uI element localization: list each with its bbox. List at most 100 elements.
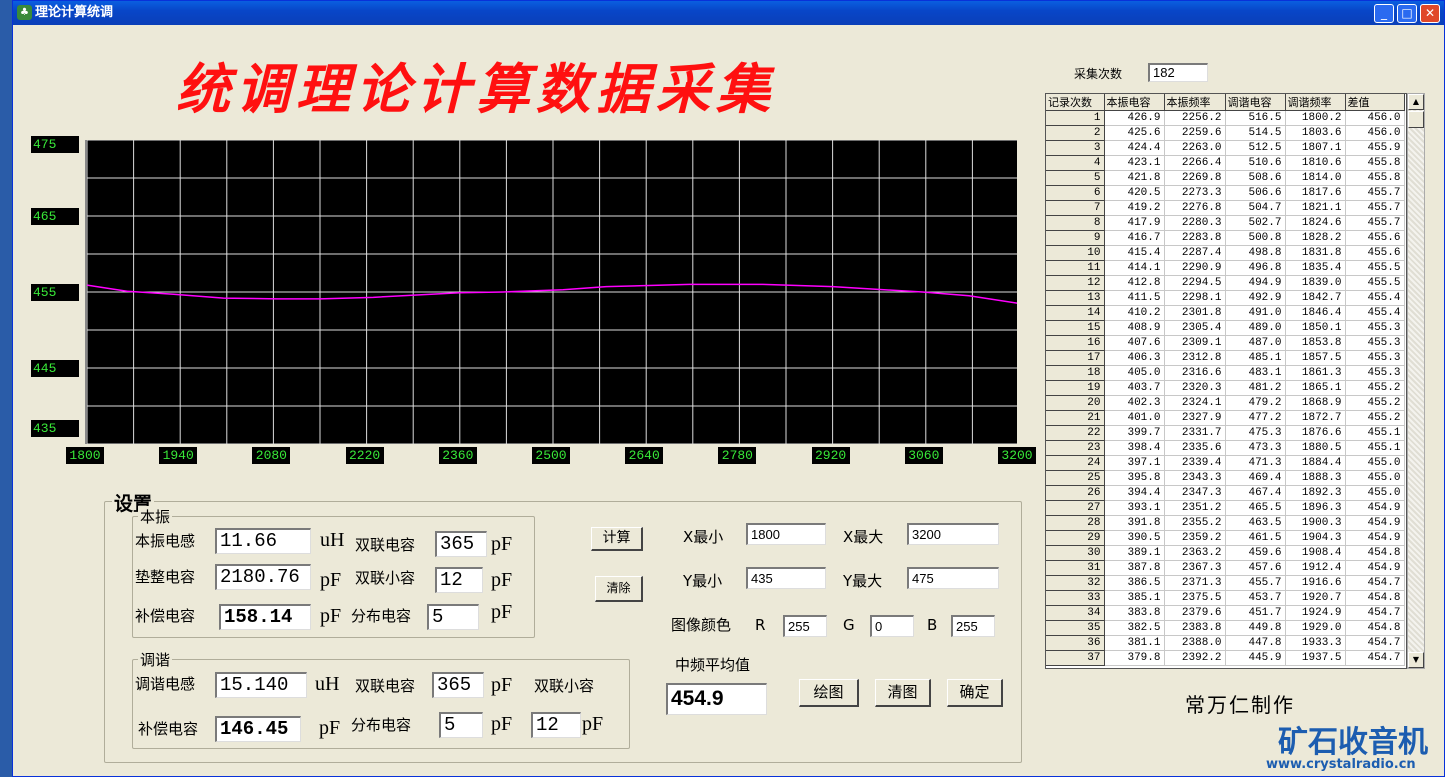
table-row[interactable]: 12 412.8 2294.5 494.9 1839.0 455.5	[1046, 275, 1405, 291]
tune-cap-input[interactable]: 365	[432, 672, 484, 698]
table-cell: 402.3	[1104, 395, 1165, 411]
minimize-button[interactable]: _	[1374, 4, 1394, 23]
column-header[interactable]: 差值	[1345, 94, 1405, 111]
lo-inductance-input[interactable]: 11.66	[215, 528, 311, 554]
table-row[interactable]: 18 405.0 2316.6 483.1 1861.3 455.3	[1046, 365, 1405, 381]
lo-dist-label: 分布电容	[351, 607, 412, 625]
table-row[interactable]: 3 424.4 2263.0 512.5 1807.1 455.9	[1046, 140, 1405, 156]
table-row[interactable]: 20 402.3 2324.1 479.2 1868.9 455.2	[1046, 395, 1405, 411]
table-cell: 399.7	[1104, 425, 1165, 441]
table-row[interactable]: 13 411.5 2298.1 492.9 1842.7 455.4	[1046, 290, 1405, 306]
lo-comp-input[interactable]: 158.14	[219, 604, 311, 630]
table-row[interactable]: 21 401.0 2327.9 477.2 1872.7 455.2	[1046, 410, 1405, 426]
table-row[interactable]: 11 414.1 2290.9 496.8 1835.4 455.5	[1046, 260, 1405, 276]
table-row[interactable]: 7 419.2 2276.8 504.7 1821.1 455.7	[1046, 200, 1405, 216]
table-row[interactable]: 16 407.6 2309.1 487.0 1853.8 455.3	[1046, 335, 1405, 351]
row-index-cell: 3	[1046, 140, 1105, 156]
plot-button[interactable]: 绘图	[799, 679, 859, 707]
row-index-cell: 28	[1046, 515, 1105, 531]
table-row[interactable]: 37 379.8 2392.2 445.9 1937.5 454.7	[1046, 650, 1405, 666]
data-table[interactable]: 记录次数 本振电容 本振频率 调谐电容 调谐频率 差值 1 426.9 2256.2 516.5 1…	[1045, 93, 1407, 669]
table-cell: 455.3	[1345, 320, 1405, 336]
table-row[interactable]: 31 387.8 2367.3 457.6 1912.4 454.9	[1046, 560, 1405, 576]
table-row[interactable]: 34 383.8 2379.6 451.7 1924.9 454.7	[1046, 605, 1405, 621]
table-row[interactable]: 1 426.9 2256.2 516.5 1800.2 456.0	[1046, 110, 1405, 126]
b-input[interactable]: 255	[951, 615, 995, 637]
table-row[interactable]: 15 408.9 2305.4 489.0 1850.1 455.3	[1046, 320, 1405, 336]
column-header[interactable]: 调谐频率	[1285, 94, 1346, 111]
column-header[interactable]: 调谐电容	[1225, 94, 1286, 111]
table-cell: 391.8	[1104, 515, 1165, 531]
table-row[interactable]: 35 382.5 2383.8 449.8 1929.0 454.8	[1046, 620, 1405, 636]
app-window: ♣ 理论计算统调 _ □ ✕ 统调理论计算数据采集 475 465 455 445 43…	[12, 0, 1445, 777]
xmax-input[interactable]: 3200	[907, 523, 999, 545]
table-row[interactable]: 5 421.8 2269.8 508.6 1814.0 455.8	[1046, 170, 1405, 186]
table-cell: 455.9	[1345, 140, 1405, 156]
row-index-cell: 13	[1046, 290, 1105, 306]
table-row[interactable]: 4 423.1 2266.4 510.6 1810.6 455.8	[1046, 155, 1405, 171]
scroll-thumb[interactable]	[1408, 111, 1424, 128]
table-row[interactable]: 2 425.6 2259.6 514.5 1803.6 456.0	[1046, 125, 1405, 141]
table-row[interactable]: 9 416.7 2283.8 500.8 1828.2 455.6	[1046, 230, 1405, 246]
table-row[interactable]: 10 415.4 2287.4 498.8 1831.8 455.6	[1046, 245, 1405, 261]
clear-plot-button[interactable]: 清图	[875, 679, 931, 707]
table-row[interactable]: 29 390.5 2359.2 461.5 1904.3 454.9	[1046, 530, 1405, 546]
table-cell: 487.0	[1225, 335, 1286, 351]
table-row[interactable]: 32 386.5 2371.3 455.7 1916.6 454.7	[1046, 575, 1405, 591]
column-header[interactable]: 本振频率	[1164, 94, 1226, 111]
tune-comp-input[interactable]: 146.45	[215, 716, 301, 742]
tune-dist-input[interactable]: 5	[439, 712, 483, 738]
table-cell: 455.7	[1225, 575, 1286, 591]
clear-button[interactable]: 清除	[595, 576, 643, 602]
table-cell: 1920.7	[1285, 590, 1346, 606]
maximize-button[interactable]: □	[1397, 4, 1417, 23]
table-row[interactable]: 33 385.1 2375.5 453.7 1920.7 454.8	[1046, 590, 1405, 606]
column-header[interactable]: 记录次数	[1046, 94, 1105, 111]
tune-inductance-label: 调谐电感	[135, 675, 196, 693]
table-row[interactable]: 36 381.1 2388.0 447.8 1933.3 454.7	[1046, 635, 1405, 651]
lo-pad-input[interactable]: 2180.76	[215, 564, 311, 590]
lo-small-input[interactable]: 12	[435, 567, 483, 593]
lo-small-unit: pF	[491, 569, 513, 591]
row-index-cell: 14	[1046, 305, 1105, 321]
ok-button[interactable]: 确定	[947, 679, 1003, 707]
table-row[interactable]: 24 397.1 2339.4 471.3 1884.4 455.0	[1046, 455, 1405, 471]
table-row[interactable]: 23 398.4 2335.6 473.3 1880.5 455.1	[1046, 440, 1405, 456]
table-cell: 379.8	[1104, 650, 1165, 666]
table-cell: 455.0	[1345, 455, 1405, 471]
r-input[interactable]: 255	[783, 615, 827, 637]
table-row[interactable]: 14 410.2 2301.8 491.0 1846.4 455.4	[1046, 305, 1405, 321]
table-row[interactable]: 6 420.5 2273.3 506.6 1817.6 455.7	[1046, 185, 1405, 201]
lo-inductance-label: 本振电感	[135, 532, 196, 550]
table-cell: 455.5	[1345, 275, 1405, 291]
table-row[interactable]: 19 403.7 2320.3 481.2 1865.1 455.2	[1046, 380, 1405, 396]
table-cell: 425.6	[1104, 125, 1165, 141]
table-scrollbar[interactable]: ▲ ▼	[1407, 93, 1425, 669]
table-row[interactable]: 28 391.8 2355.2 463.5 1900.3 454.9	[1046, 515, 1405, 531]
lo-dist-input[interactable]: 5	[427, 604, 479, 630]
ymax-input[interactable]: 475	[907, 567, 999, 589]
g-input[interactable]: 0	[870, 615, 914, 637]
row-index-cell: 10	[1046, 245, 1105, 261]
calculate-button[interactable]: 计算	[591, 527, 643, 551]
scroll-down-button[interactable]: ▼	[1408, 652, 1424, 668]
tune-small-input[interactable]: 12	[531, 712, 581, 738]
table-row[interactable]: 25 395.8 2343.3 469.4 1888.3 455.0	[1046, 470, 1405, 486]
lo-cap-input[interactable]: 365	[435, 531, 487, 557]
table-row[interactable]: 30 389.1 2363.2 459.6 1908.4 454.8	[1046, 545, 1405, 561]
table-cell: 390.5	[1104, 530, 1165, 546]
xmin-input[interactable]: 1800	[746, 523, 826, 545]
table-row[interactable]: 26 394.4 2347.3 467.4 1892.3 455.0	[1046, 485, 1405, 501]
scroll-up-button[interactable]: ▲	[1408, 94, 1424, 110]
count-input[interactable]: 182	[1148, 63, 1208, 82]
table-row[interactable]: 17 406.3 2312.8 485.1 1857.5 455.3	[1046, 350, 1405, 366]
table-row[interactable]: 27 393.1 2351.2 465.5 1896.3 454.9	[1046, 500, 1405, 516]
ymin-input[interactable]: 435	[746, 567, 826, 589]
column-header[interactable]: 本振电容	[1104, 94, 1165, 111]
table-cell: 407.6	[1104, 335, 1165, 351]
table-cell: 2298.1	[1164, 290, 1226, 306]
table-row[interactable]: 22 399.7 2331.7 475.3 1876.6 455.1	[1046, 425, 1405, 441]
table-row[interactable]: 8 417.9 2280.3 502.7 1824.6 455.7	[1046, 215, 1405, 231]
close-button[interactable]: ✕	[1420, 4, 1440, 23]
tune-inductance-input[interactable]: 15.140	[215, 672, 307, 698]
